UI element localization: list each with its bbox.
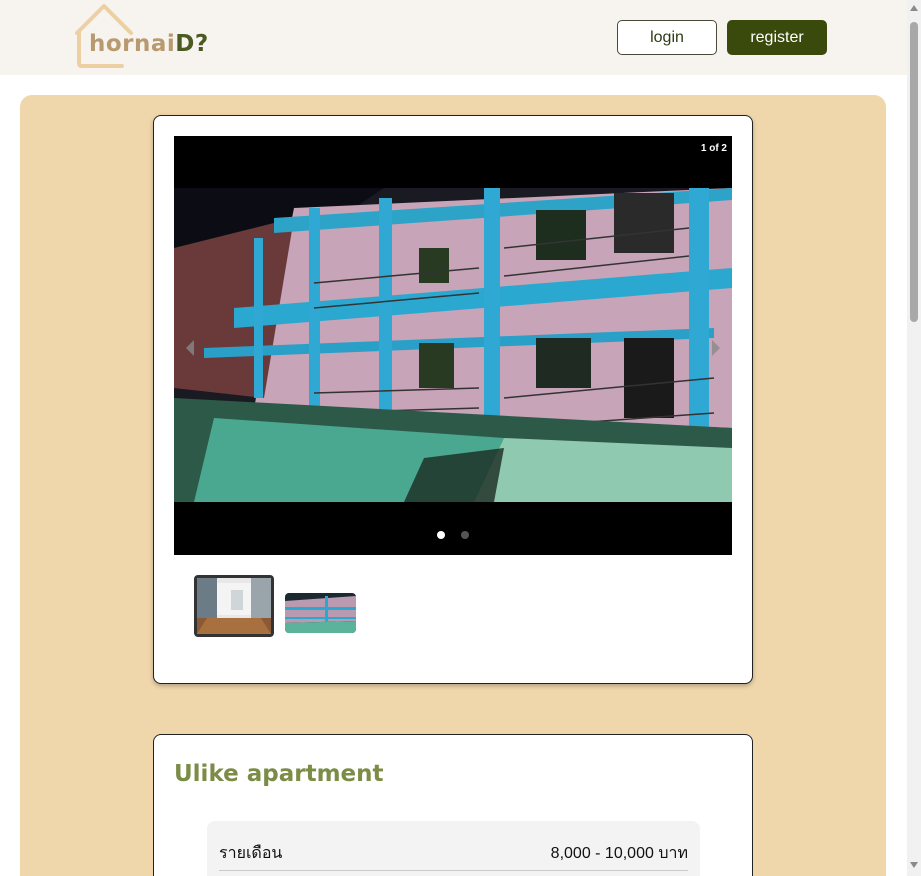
carousel-dots	[174, 531, 732, 539]
price-value: 8,000 - 10,000 บาท	[550, 845, 688, 862]
logo-text[interactable]: hornaiD?	[89, 31, 209, 57]
price-table: รายเดือน 8,000 - 10,000 บาท	[207, 821, 700, 876]
thumbnail-1[interactable]	[194, 575, 274, 637]
carousel-dot-2[interactable]	[461, 531, 469, 539]
listing-title: Ulike apartment	[174, 761, 384, 787]
scrollbar-thumb[interactable]	[910, 22, 918, 322]
logo-text-part2: D?	[175, 31, 209, 57]
slide-counter: 1 of 2	[700, 143, 727, 154]
carousel-dot-1[interactable]	[437, 531, 445, 539]
image-carousel[interactable]: 1 of 2	[174, 136, 732, 555]
scroll-down-icon[interactable]	[910, 862, 918, 868]
scroll-up-icon[interactable]	[910, 5, 918, 11]
page-scrollbar[interactable]	[907, 0, 921, 876]
price-label: รายเดือน	[219, 845, 283, 862]
room-interior-thumbnail	[197, 578, 271, 634]
login-button[interactable]: login	[617, 20, 717, 55]
image-gallery-card: 1 of 2	[153, 115, 753, 684]
apartment-building-photo	[174, 188, 732, 502]
register-button[interactable]: register	[727, 20, 827, 55]
logo-text-part1: hornai	[89, 31, 176, 57]
thumbnail-2[interactable]	[285, 593, 356, 633]
previous-slide-icon[interactable]	[180, 336, 200, 360]
next-slide-icon[interactable]	[706, 336, 726, 360]
listing-info-card: Ulike apartment รายเดือน 8,000 - 10,000 …	[153, 734, 753, 876]
price-row-monthly: รายเดือน 8,000 - 10,000 บาท	[219, 841, 688, 871]
site-header: hornaiD? login register	[0, 0, 907, 75]
building-exterior-thumbnail	[285, 593, 356, 633]
